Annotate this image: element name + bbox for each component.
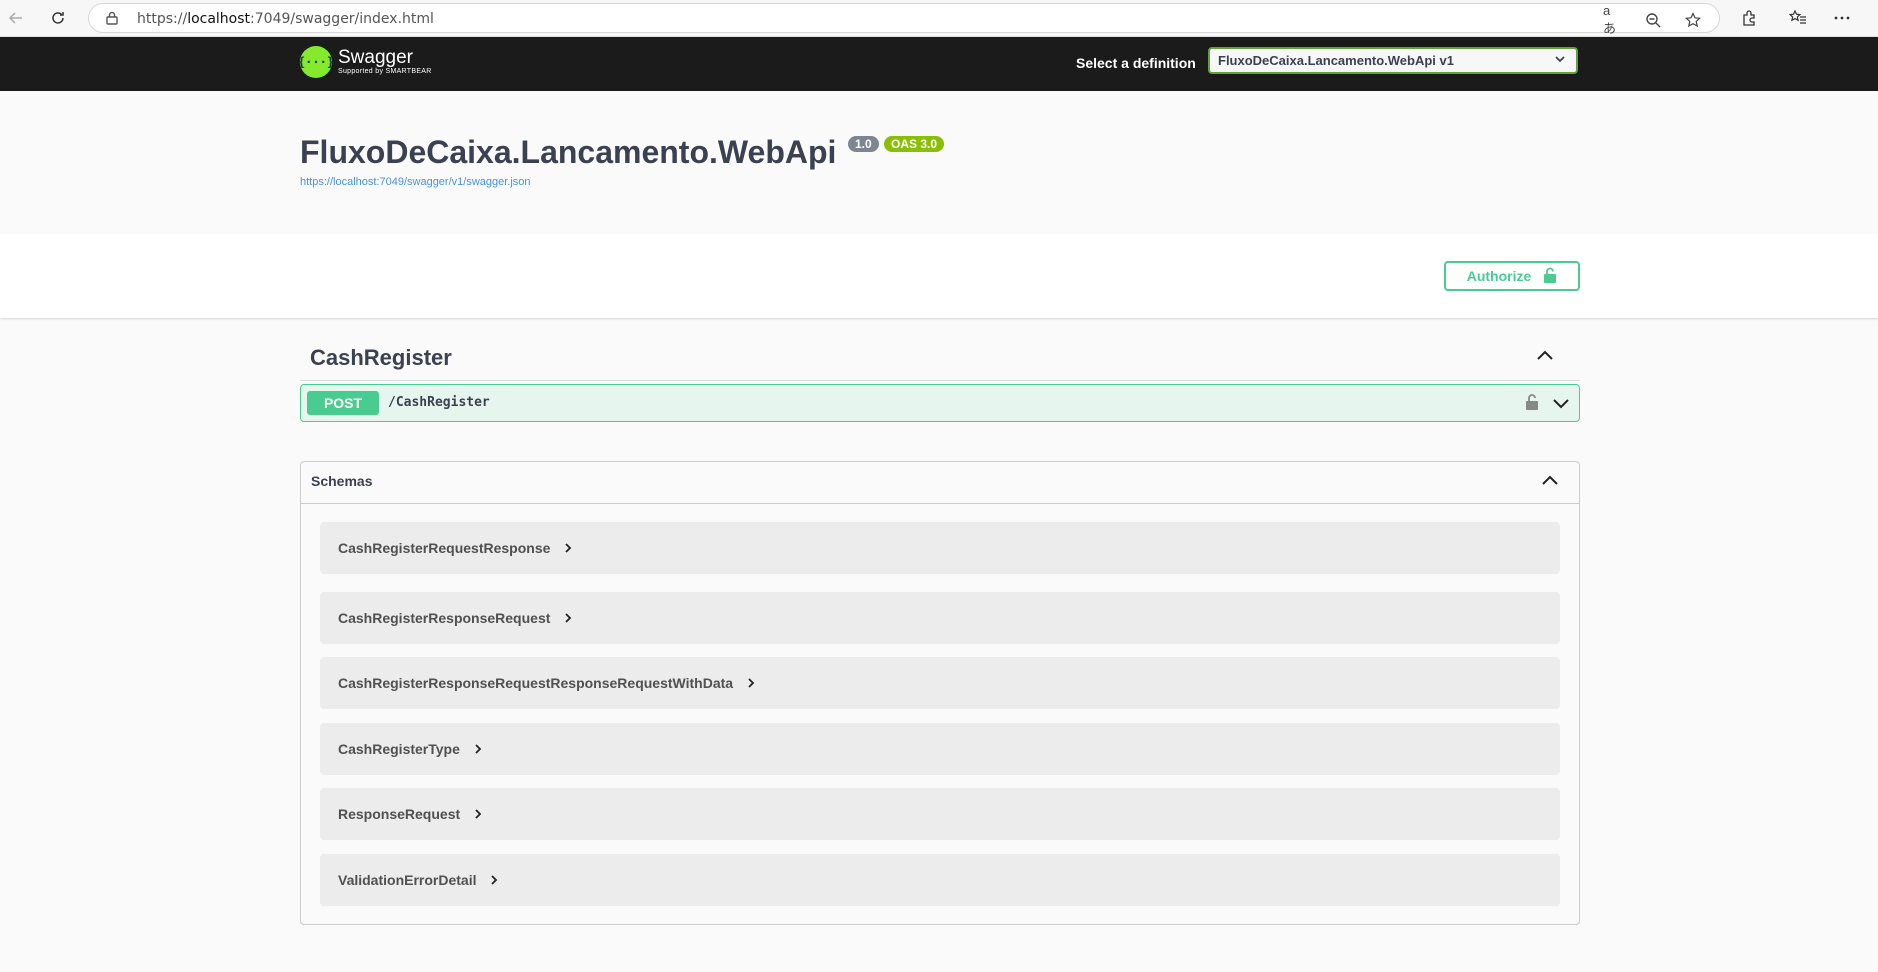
more-menu-icon[interactable] [1830, 6, 1854, 30]
tag-title[interactable]: CashRegister [310, 345, 452, 371]
chevron-right-icon [747, 675, 755, 691]
authorize-button[interactable]: Authorize [1444, 261, 1580, 291]
model-item[interactable]: ResponseRequest [320, 788, 1560, 840]
model-name: ValidationErrorDetail [338, 872, 477, 888]
model-item[interactable]: CashRegisterRequestResponse [320, 522, 1560, 574]
operation-post-cashregister[interactable]: POST /CashRegister [300, 384, 1580, 422]
scheme-container: Authorize [0, 234, 1878, 318]
back-arrow-icon[interactable] [4, 6, 28, 30]
chevron-up-icon[interactable] [1540, 471, 1560, 496]
model-name: CashRegisterRequestResponse [338, 540, 551, 556]
unlocked-icon [1543, 267, 1557, 286]
read-aloud-icon[interactable]: aあ [1603, 3, 1623, 36]
favorite-star-icon[interactable] [1683, 10, 1703, 30]
definition-select[interactable]: FluxoDeCaixa.Lancamento.WebApi v1 [1208, 47, 1578, 74]
schemas-title: Schemas [311, 473, 373, 489]
operation-path: /CashRegister [388, 395, 490, 410]
chevron-right-icon [490, 872, 498, 888]
chevron-down-icon [1554, 53, 1566, 68]
lock-icon[interactable] [1525, 393, 1539, 416]
model-name: CashRegisterResponseRequestResponseReque… [338, 675, 734, 691]
spec-json-link[interactable]: https://localhost:7049/swagger/v1/swagge… [300, 176, 531, 188]
model-item[interactable]: CashRegisterResponseRequestResponseReque… [320, 657, 1560, 709]
refresh-icon[interactable] [46, 6, 70, 30]
lock-icon [105, 11, 119, 30]
swagger-logo-icon: {···} [298, 46, 334, 78]
favorites-list-icon[interactable] [1786, 6, 1810, 30]
logo-subtext: Supported by SMARTBEAR [338, 68, 432, 75]
browser-toolbar: https://localhost:7049/swagger/index.htm… [0, 0, 1878, 37]
model-name: ResponseRequest [338, 806, 461, 822]
chevron-right-icon [564, 610, 572, 626]
authorize-label: Authorize [1466, 268, 1532, 284]
divider [300, 380, 1580, 381]
model-name: CashRegisterResponseRequest [338, 610, 551, 626]
swagger-topbar: {···} Swagger Supported by SMARTBEAR Sel… [0, 37, 1878, 91]
schemas-header[interactable]: Schemas [301, 462, 1579, 504]
method-badge: POST [307, 391, 379, 415]
definition-label: Select a definition [1076, 55, 1196, 71]
model-name: CashRegisterType [338, 741, 460, 757]
address-bar[interactable]: https://localhost:7049/swagger/index.htm… [88, 3, 1720, 36]
extensions-icon[interactable] [1738, 6, 1762, 30]
chevron-right-icon [564, 540, 572, 556]
definition-value: FluxoDeCaixa.Lancamento.WebApi v1 [1218, 53, 1454, 68]
model-item[interactable]: ValidationErrorDetail [320, 854, 1560, 906]
chevron-down-icon[interactable] [1551, 393, 1571, 418]
schemas-section: Schemas CashRegisterRequestResponse Cash… [300, 461, 1580, 925]
chevron-up-icon[interactable] [1534, 345, 1556, 372]
url-text: https://localhost:7049/swagger/index.htm… [137, 11, 434, 27]
version-badge: 1.0 [848, 136, 879, 152]
oas-badge: OAS 3.0 [884, 136, 945, 152]
logo-text: Swagger [338, 47, 413, 68]
page-title: FluxoDeCaixa.Lancamento.WebApi [300, 134, 837, 170]
model-item[interactable]: CashRegisterResponseRequest [320, 592, 1560, 644]
zoom-out-icon[interactable] [1643, 10, 1663, 30]
model-item[interactable]: CashRegisterType [320, 723, 1560, 775]
chevron-right-icon [474, 741, 482, 757]
swagger-logo[interactable]: {···} Swagger Supported by SMARTBEAR [298, 46, 432, 78]
chevron-right-icon [474, 806, 482, 822]
